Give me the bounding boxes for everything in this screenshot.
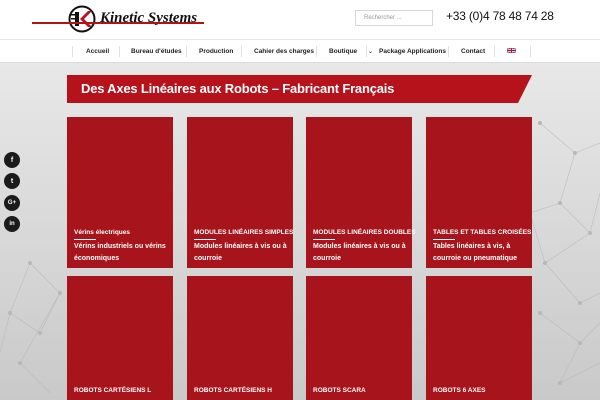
tile-title: ROBOTS SCARA [313, 387, 366, 394]
nav-separator [366, 46, 367, 57]
nav-item-contact[interactable]: Contact [461, 40, 485, 63]
twitter-icon: t [10, 177, 14, 185]
logo[interactable]: Kinetic Systems [68, 5, 197, 33]
nav-item-boutique-label: Boutique [329, 48, 358, 55]
tile-title: TABLES ET TABLES CROISÉES [433, 229, 532, 236]
nav-separator [72, 46, 73, 57]
banner-title: Des Axes Linéaires aux Robots – Fabrican… [81, 81, 395, 96]
uk-flag-icon [507, 47, 516, 53]
tile-title: MODULES LINÉAIRES DOUBLES [313, 229, 416, 236]
tile-verins-electriques[interactable]: Vérins électriques Vérins industriels ou… [67, 117, 173, 268]
tile-title: ROBOTS CARTÉSIENS L [74, 387, 152, 394]
tile-modules-lineaires-doubles[interactable]: MODULES LINÉAIRES DOUBLES Modules linéai… [306, 117, 416, 268]
language-selector[interactable] [507, 40, 516, 63]
chevron-down-icon: ⌄ [367, 49, 374, 55]
tile-title: Vérins électriques [74, 229, 130, 236]
tile-title: ROBOTS 6 AXES [433, 387, 486, 394]
tile-robots-cartesiens-l[interactable]: ROBOTS CARTÉSIENS L [67, 276, 173, 400]
nav-item-bureau-etudes[interactable]: Bureau d'études [131, 40, 182, 63]
tile-divider [433, 239, 455, 240]
tile-robots-cartesiens-h[interactable]: ROBOTS CARTÉSIENS H [187, 276, 293, 400]
tile-tables-croisees[interactable]: TABLES ET TABLES CROISÉES Tables linéair… [426, 117, 532, 268]
tile-description: Modules linéaires à vis ou à courroie [313, 243, 406, 262]
tile-description: Vérins industriels ou vérins économiques [74, 243, 166, 262]
nav-separator [494, 46, 495, 57]
phone-number[interactable]: +33 (0)4 78 48 74 28 [446, 9, 554, 23]
facebook-button[interactable]: f [4, 152, 20, 168]
nav-item-accueil[interactable]: Accueil [86, 40, 109, 63]
hero-banner: Des Axes Linéaires aux Robots – Fabrican… [67, 75, 532, 103]
hero-section: Des Axes Linéaires aux Robots – Fabrican… [0, 63, 600, 400]
tile-robots-6-axes[interactable]: ROBOTS 6 AXES [426, 276, 532, 400]
tile-description: Modules linéaires à vis ou à courroie [194, 243, 287, 262]
googleplus-button[interactable]: G+ [4, 195, 20, 211]
logo-underline [32, 22, 204, 24]
googleplus-icon: G+ [7, 200, 17, 206]
tile-divider [194, 239, 216, 240]
tile-robots-scara[interactable]: ROBOTS SCARA [306, 276, 412, 400]
nav-separator [530, 46, 531, 57]
linkedin-icon: in [9, 221, 15, 227]
nav-separator [186, 46, 187, 57]
tile-description: Tables linéaires à vis, à courroie ou pn… [433, 243, 518, 262]
tile-modules-lineaires-simples[interactable]: MODULES LINÉAIRES SIMPLES Modules linéai… [187, 117, 293, 268]
tile-title: MODULES LINÉAIRES SIMPLES [194, 229, 294, 236]
nav-separator [316, 46, 317, 57]
nav-separator [448, 46, 449, 57]
nav-item-cahier-des-charges[interactable]: Cahier des charges [254, 40, 314, 63]
nav-item-production[interactable]: Production [199, 40, 233, 63]
linkedin-button[interactable]: in [4, 216, 20, 232]
twitter-button[interactable]: t [4, 173, 20, 189]
main-nav: Accueil Bureau d'études Production Cahie… [0, 40, 600, 63]
nav-item-package-applications[interactable]: Package Applications [379, 40, 446, 63]
tile-title: ROBOTS CARTÉSIENS H [194, 387, 273, 394]
search-input[interactable]: Rechercher ... [355, 10, 433, 26]
tile-divider [74, 239, 96, 240]
tile-divider [313, 239, 335, 240]
site-header: Kinetic Systems Rechercher ... +33 (0)4 … [0, 0, 600, 40]
nav-separator [241, 46, 242, 57]
nav-separator [119, 46, 120, 57]
kinetic-logo-icon [68, 5, 96, 33]
facebook-icon: f [10, 156, 14, 164]
